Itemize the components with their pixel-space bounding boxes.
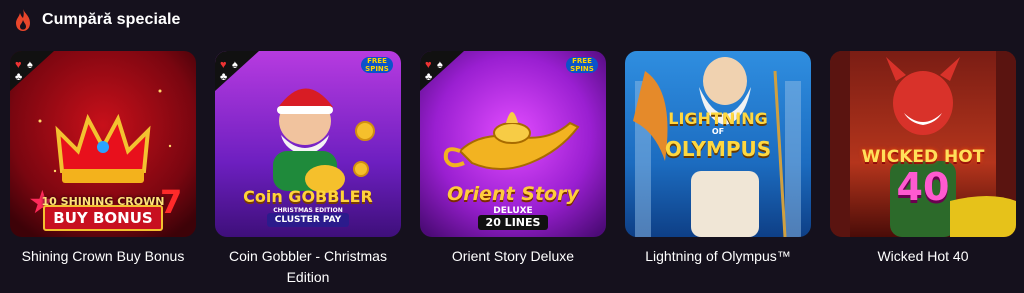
game-art-tag: 20 LINES	[420, 215, 606, 230]
free-spins-badge: FREE SPINS	[566, 57, 598, 73]
section-header: Cumpără speciale	[14, 7, 181, 33]
game-card-orient-story[interactable]: ♥ ♠ ♣ FREE SPINS Orient Story DELUXE 20 …	[420, 51, 606, 288]
game-art-subtitle: OLYMPUS	[664, 137, 772, 161]
game-card-wicked-hot-40[interactable]: WICKED HOT 40 Wicked Hot 40	[830, 51, 1016, 288]
game-title[interactable]: Coin Gobbler - Christmas Edition	[220, 246, 396, 288]
game-title[interactable]: Shining Crown Buy Bonus	[15, 246, 191, 267]
game-thumbnail[interactable]: ♥ ♠ ♣ FREE SPINS Coin GOBBLER CHRISTMAS …	[215, 51, 401, 237]
game-art-title: WICKED HOT	[861, 147, 985, 167]
game-title[interactable]: Wicked Hot 40	[835, 246, 1011, 267]
free-spins-badge: FREE SPINS	[361, 57, 393, 73]
svg-text:♥: ♥	[15, 59, 22, 71]
game-thumbnail[interactable]: ♥ ♠ ♣ FREE SPINS Orient Story DELUXE 20 …	[420, 51, 606, 237]
game-card-shining-crown[interactable]: ★ 7 ♥ ♠ ♣ 10 SHINING CROWN BUY BONUS Shi…	[10, 51, 196, 288]
game-art-title: Coin GOBBLER	[243, 187, 373, 206]
svg-text:♣: ♣	[425, 71, 432, 83]
svg-text:♠: ♠	[437, 59, 443, 71]
game-thumbnail[interactable]: ★ 7 ♥ ♠ ♣ 10 SHINING CROWN BUY BONUS	[10, 51, 196, 237]
game-art-of: OF	[711, 127, 725, 136]
svg-text:♠: ♠	[232, 59, 238, 71]
game-card-coin-gobbler[interactable]: ♥ ♠ ♣ FREE SPINS Coin GOBBLER CHRISTMAS …	[215, 51, 401, 288]
card-suits-icon: ♥ ♠ ♣	[420, 51, 464, 91]
card-suits-icon: ♥ ♠ ♣	[10, 51, 54, 91]
svg-text:♥: ♥	[220, 59, 227, 71]
fire-icon	[16, 9, 30, 31]
card-suits-icon: ♥ ♠ ♣	[215, 51, 259, 91]
game-art-subtitle: 40	[896, 165, 950, 209]
svg-text:♣: ♣	[220, 71, 227, 83]
games-row: ★ 7 ♥ ♠ ♣ 10 SHINING CROWN BUY BONUS Shi…	[10, 51, 1016, 288]
game-art-title: LIGHTNING	[668, 109, 768, 128]
game-thumbnail[interactable]: LIGHTNING OF OLYMPUS	[625, 51, 811, 237]
game-art-subtitle: BUY BONUS	[10, 205, 196, 231]
svg-text:♥: ♥	[425, 59, 432, 71]
game-art-title: Orient Story	[447, 183, 579, 205]
svg-text:♠: ♠	[27, 59, 33, 71]
game-title[interactable]: Orient Story Deluxe	[425, 246, 601, 267]
game-art-tag: CLUSTER PAY	[215, 213, 401, 227]
game-thumbnail[interactable]: WICKED HOT 40	[830, 51, 1016, 237]
svg-text:♣: ♣	[15, 71, 22, 83]
section-title: Cumpără speciale	[42, 11, 181, 28]
game-card-lightning-olympus[interactable]: LIGHTNING OF OLYMPUS Lightning of Olympu…	[625, 51, 811, 288]
game-title[interactable]: Lightning of Olympus™	[630, 246, 806, 267]
